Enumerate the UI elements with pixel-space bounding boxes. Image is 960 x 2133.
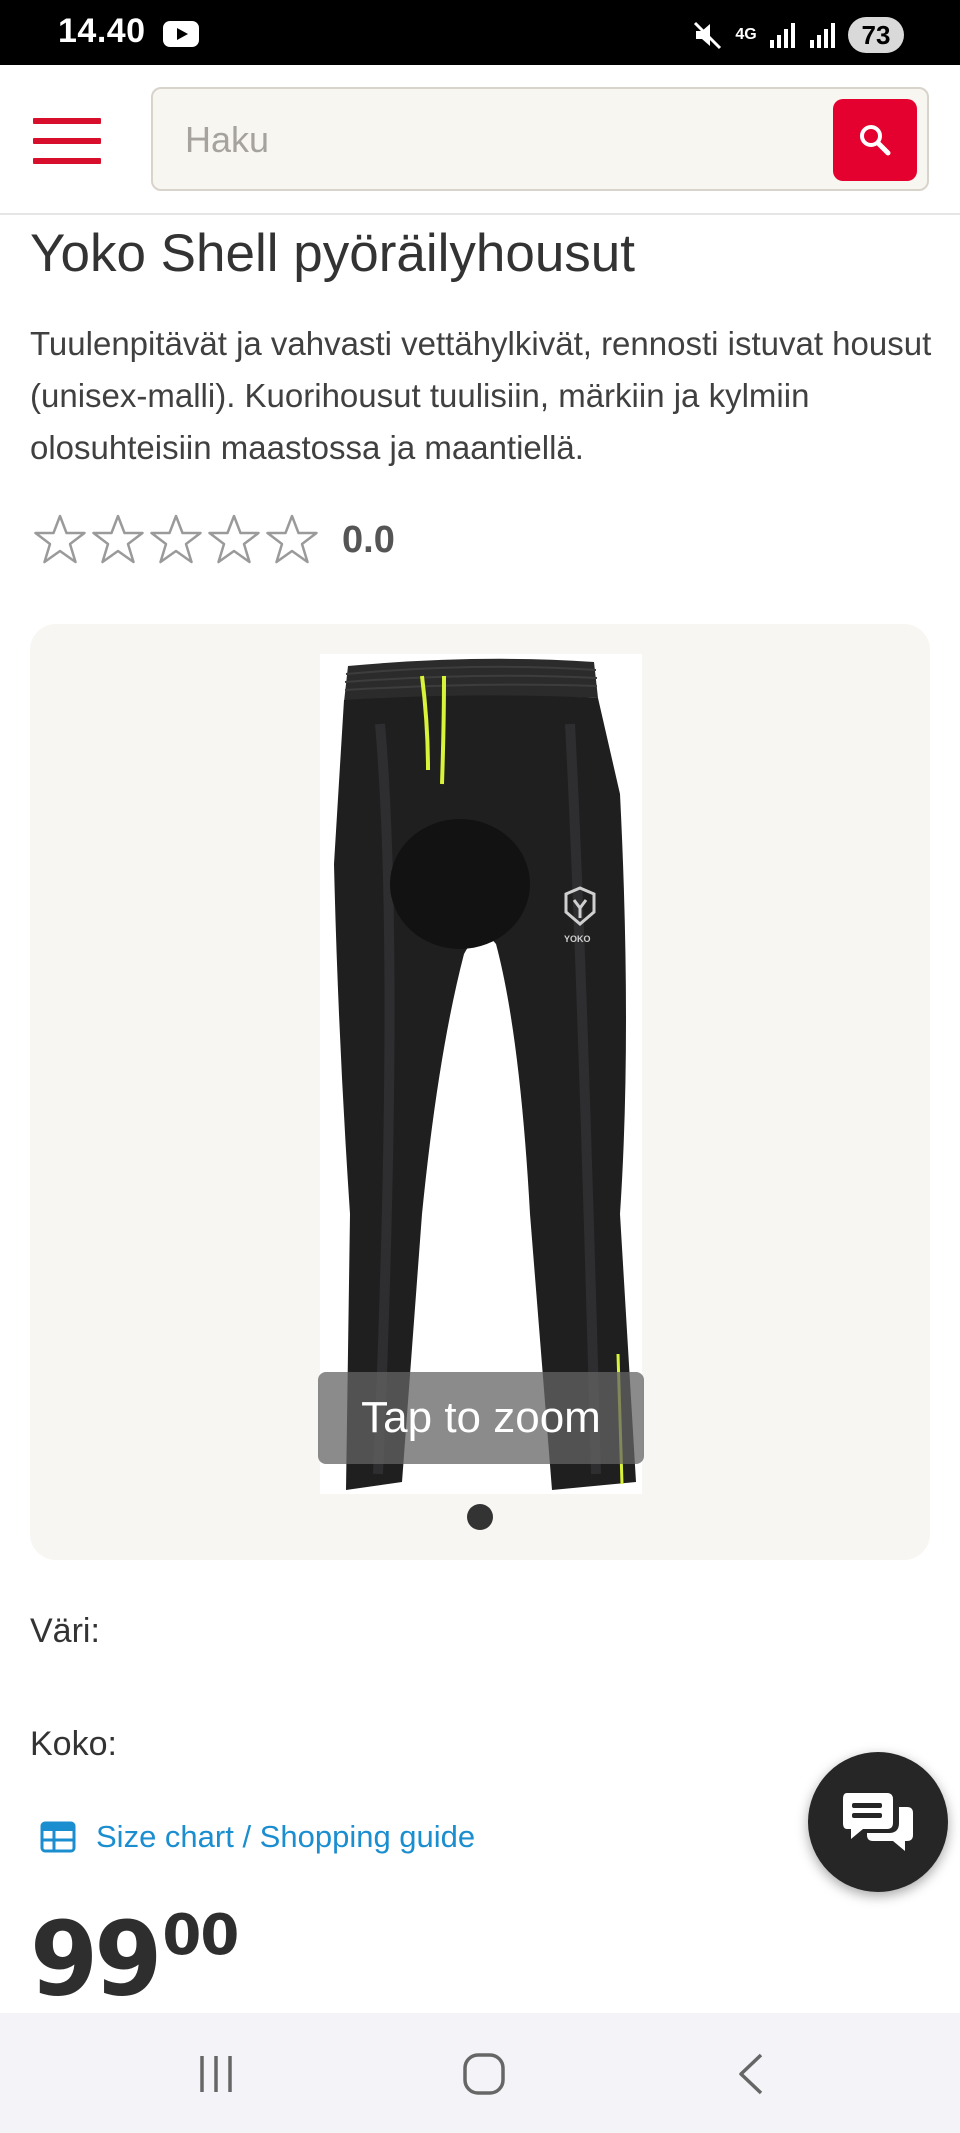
- product-rating[interactable]: 0.0: [32, 508, 395, 572]
- gallery-pagination-dot[interactable]: [467, 1504, 493, 1530]
- price-cents: 00: [162, 1903, 239, 1968]
- star-empty-icon: [266, 514, 318, 564]
- product-description: Tuulenpitävät ja vahvasti vettähylkivät,…: [30, 325, 932, 466]
- home-icon: [463, 2053, 505, 2095]
- product-gallery[interactable]: YOKO Tap to zoom: [30, 624, 930, 1560]
- rating-stars: [32, 512, 320, 568]
- back-button[interactable]: [723, 2047, 783, 2101]
- search-box: [151, 87, 929, 191]
- price-main: 99: [30, 1900, 162, 2020]
- chat-icon: [843, 1793, 913, 1851]
- size-guide-label: Size chart / Shopping guide: [96, 1819, 476, 1854]
- status-bar: 14.40 4G 73: [0, 0, 960, 65]
- status-time: 14.40: [58, 12, 146, 50]
- recent-apps-icon: [200, 2056, 232, 2092]
- signal-icon-2: [810, 23, 835, 48]
- pants-illustration: YOKO: [334, 658, 636, 1490]
- tap-to-zoom-overlay[interactable]: Tap to zoom: [318, 1372, 644, 1464]
- network-type-icon: 4G: [735, 26, 757, 43]
- recent-apps-button[interactable]: [186, 2047, 246, 2101]
- rating-value: 0.0: [342, 518, 395, 561]
- mute-icon: [693, 21, 722, 50]
- size-guide-link[interactable]: Size chart / Shopping guide: [40, 1815, 475, 1859]
- android-nav-bar: [0, 2013, 960, 2133]
- search-input[interactable]: [185, 115, 805, 165]
- signal-icon: [770, 23, 795, 48]
- hamburger-menu-icon[interactable]: [33, 118, 101, 164]
- size-label: Koko:: [30, 1725, 117, 1763]
- product-title: Yoko Shell pyöräilyhousut: [30, 224, 635, 283]
- status-icons: 4G 73: [692, 15, 904, 55]
- table-icon: [40, 1821, 76, 1853]
- back-icon: [739, 2053, 763, 2095]
- star-empty-icon: [208, 514, 260, 564]
- brand-mark: YOKO: [564, 934, 591, 944]
- product-price: 9900: [30, 1900, 239, 2020]
- youtube-notification-icon: [163, 21, 199, 47]
- product-image[interactable]: YOKO: [320, 654, 642, 1494]
- battery-indicator: 73: [848, 17, 904, 53]
- search-icon: [860, 125, 891, 156]
- star-empty-icon: [92, 514, 144, 564]
- site-header: [0, 65, 960, 215]
- search-button[interactable]: [833, 99, 917, 181]
- star-empty-icon: [34, 514, 86, 564]
- star-empty-icon: [150, 514, 202, 564]
- home-button[interactable]: [454, 2047, 514, 2101]
- color-label: Väri:: [30, 1612, 100, 1650]
- chat-button[interactable]: [808, 1752, 948, 1892]
